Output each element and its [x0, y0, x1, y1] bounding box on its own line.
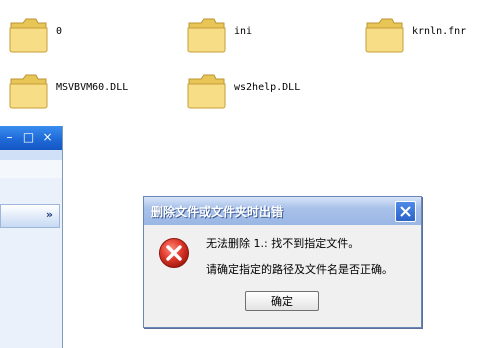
error-message-line1: 无法删除 1.: 找不到指定文件。 — [206, 237, 360, 250]
folder-icon — [365, 18, 404, 53]
ok-button[interactable]: 确定 — [245, 291, 319, 311]
folder-icon — [187, 18, 226, 53]
folder-icon — [187, 74, 226, 109]
folder-item-ini[interactable]: ini — [186, 14, 356, 60]
folder-icon — [9, 18, 48, 53]
dialog-titlebar[interactable]: 删除文件或文件夹时出错 — [144, 197, 421, 225]
dialog-body: 无法删除 1.: 找不到指定文件。 请确定指定的路径及文件名是否正确。 确定 — [144, 225, 421, 327]
window-titlebar: – □ × — [0, 126, 62, 150]
folder-name: krnln.fnr — [412, 26, 467, 37]
minimize-button[interactable]: – — [3, 131, 16, 144]
error-message-line2: 请确定指定的路径及文件名是否正确。 — [206, 263, 393, 276]
folder-name: MSVBVM60.DLL — [56, 82, 129, 93]
close-icon — [400, 206, 411, 217]
folder-item-0[interactable]: 0 — [8, 14, 178, 60]
dialog-close-button[interactable] — [395, 201, 416, 222]
folder-item-msvbvm60[interactable]: MSVBVM60.DLL — [8, 70, 178, 116]
error-dialog: 删除文件或文件夹时出错 无法删除 1.: 找不到指定文件。 请确定指定的路径及文… — [143, 196, 422, 328]
folder-icon — [9, 74, 48, 109]
panel-header[interactable]: » — [0, 204, 60, 228]
background-window: – □ × » — [0, 126, 63, 348]
folder-name: ws2help.DLL — [234, 82, 301, 93]
folder-name: 0 — [56, 26, 63, 37]
close-button[interactable]: × — [41, 131, 54, 144]
folder-name: ini — [234, 26, 253, 37]
maximize-button[interactable]: □ — [22, 131, 35, 144]
chevron-expand-icon[interactable]: » — [46, 208, 53, 221]
dialog-title: 删除文件或文件夹时出错 — [151, 205, 284, 219]
folder-item-krnln[interactable]: krnln.fnr — [364, 14, 490, 60]
folder-item-ws2help[interactable]: ws2help.DLL — [186, 70, 356, 116]
error-icon — [159, 238, 189, 268]
toolbar-strip — [0, 150, 62, 160]
